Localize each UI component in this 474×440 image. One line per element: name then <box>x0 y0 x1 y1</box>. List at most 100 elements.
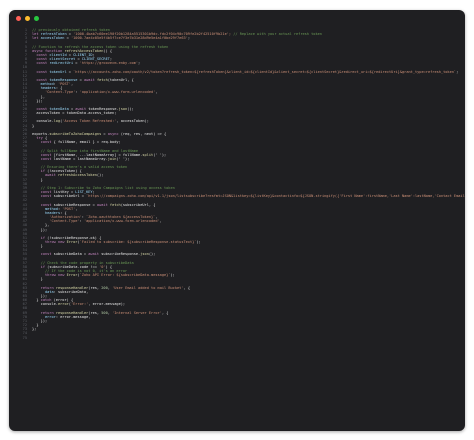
code-token: (' '); <box>116 156 130 161</box>
code-token: const <box>36 69 50 74</box>
code-token: , <box>70 82 74 87</box>
code-token: ; <box>456 69 459 74</box>
line-code: } <box>32 178 43 182</box>
line-code: const { fullName, email } = req.body; <box>32 140 121 144</box>
code-token: , <box>75 206 78 211</box>
line-code: const tokenUrl = `https://accounts.zoho.… <box>32 70 458 74</box>
code-token: subscribeResponse. <box>101 252 141 257</box>
code-token: 'https://groovecm.enby.com' <box>79 61 139 66</box>
code-token: await <box>88 252 102 257</box>
code-token: 'Access Token Refreshed:' <box>62 119 117 124</box>
code-token: let <box>32 36 41 41</box>
code-token: 'application/x-www-form-urlencoded' <box>83 219 160 224</box>
code-token: `https://campaigns.zoho.com/api/v1.1/jso… <box>86 194 465 199</box>
line-code: exports.subscribeToZohoCampaigns = async… <box>32 132 166 136</box>
code-token: 'application/x-www-form-urlencoded' <box>79 90 156 95</box>
code-token: , <box>155 90 158 95</box>
line-code: accessToken = tokenData.access_token; <box>32 111 116 115</box>
line-code: let accessToken = '1000.7ae4c05e5f4b5f7c… <box>32 36 190 40</box>
code-token: () { <box>103 48 113 53</box>
code-token: const <box>40 194 54 199</box>
code-token: , { <box>183 285 191 290</box>
code-token: , <box>159 219 162 224</box>
code-token: , error.message); <box>88 302 126 307</box>
code-token: '1000.7ae4c05e5f4b5f7ce7f3e7b31e28d9e5e4… <box>70 36 188 41</box>
code-token: ); <box>196 239 201 244</box>
code-token: const <box>40 156 54 161</box>
code-token: tokenUrl <box>49 69 67 74</box>
close-button[interactable] <box>16 15 21 21</box>
code-token: (); <box>127 106 134 111</box>
code-token: refreshAccessToken <box>57 173 97 178</box>
zoom-button[interactable] <box>34 15 39 21</box>
code-token: `Zoho API Error: ${subscribeData.message… <box>79 273 171 278</box>
code-token: const <box>40 252 54 257</box>
code-token: 'Content-Type' <box>49 219 80 224</box>
code-token: subscribeData = <box>53 252 89 257</box>
line-code: 'Content-Type': 'application/x-www-form-… <box>32 219 162 223</box>
code-token: lastName = lastNameArray. <box>53 156 108 161</box>
code-editor[interactable]: 1// previously obtained refresh token 2 le… <box>9 26 465 431</box>
code-token: console. <box>32 302 58 307</box>
code-token: const <box>36 61 50 66</box>
code-token: (' '); <box>153 152 167 157</box>
code-token: accessToken = tokenData.access_token; <box>32 111 117 116</box>
code-token: const <box>40 140 54 145</box>
line-code: throw new Error(`Failed to subscribe: ${… <box>32 240 201 244</box>
line-code: console.error('Error:', error.message); <box>32 302 125 306</box>
code-token: (); <box>96 173 104 178</box>
code-token: } <box>32 123 35 128</box>
code-token: { fullName, email } = req.body; <box>53 140 121 145</box>
code-token: }; <box>32 327 37 332</box>
code-token: ); <box>170 273 175 278</box>
code-token: (tokenUrl, { <box>107 77 134 82</box>
code-line: 11 const tokenUrl = `https://accounts.zo… <box>9 70 465 74</box>
code-token: Error <box>66 239 78 244</box>
minimize-button[interactable] <box>25 15 30 21</box>
code-token: async <box>107 131 121 136</box>
code-token: // Replace with your actual refresh toke… <box>231 32 322 37</box>
line-code: throw new Error(`Zoho API Error: ${subsc… <box>32 273 175 277</box>
code-token: } <box>32 177 43 182</box>
code-token: json <box>118 106 128 111</box>
window-titlebar <box>9 10 465 26</box>
line-code: } <box>32 277 43 281</box>
code-token: } <box>32 277 43 282</box>
code-line: 75 <box>9 336 465 340</box>
line-code: 'Content-Type': 'application/x-www-form-… <box>32 90 158 94</box>
code-token: subscribeToZohoCampaigns <box>49 131 102 136</box>
code-token: : subscribeData, <box>53 289 89 294</box>
code-token: await <box>83 77 97 82</box>
line-code: console.log('Access Token Refreshed:', a… <box>32 119 149 123</box>
code-token: : error.message, <box>55 314 91 319</box>
code-token: , accessToken); <box>116 119 149 124</box>
code-token: throw new <box>44 273 67 278</box>
code-token: 'Error:' <box>70 302 89 307</box>
code-token: throw new <box>44 239 67 244</box>
code-token: redirectUri <box>49 61 74 66</box>
code-token: `Failed to subscribe: ${subscribeRespons… <box>79 239 197 244</box>
code-token: (res, <box>88 285 102 290</box>
line-code: const subscribeUrl = `https://campaigns.… <box>32 194 465 198</box>
code-token: (req, res, next) => { <box>120 131 167 136</box>
line-code: } <box>32 124 34 128</box>
code-token: ; <box>138 61 141 66</box>
code-token: await <box>96 202 110 207</box>
code-token: }); <box>32 227 48 232</box>
code-token: console. <box>32 119 54 124</box>
code-token: fetch <box>96 77 108 82</box>
code-token: json <box>140 252 149 257</box>
line-code: }); <box>32 227 48 232</box>
line-number: 75 <box>22 335 27 340</box>
line-code: }; <box>32 327 36 331</box>
code-window: 1// previously obtained refresh token 2 le… <box>9 10 465 431</box>
code-token: } <box>32 244 43 249</box>
code-token: await <box>44 173 58 178</box>
code-token: error <box>57 302 69 307</box>
line-code: } <box>32 244 43 248</box>
code-token: `https://accounts.zoho.com/oauth/v2/toke… <box>73 69 457 74</box>
code-token: subscribeUrl = <box>53 194 87 199</box>
line-code: const subscribeData = await subscribeRes… <box>32 252 156 257</box>
